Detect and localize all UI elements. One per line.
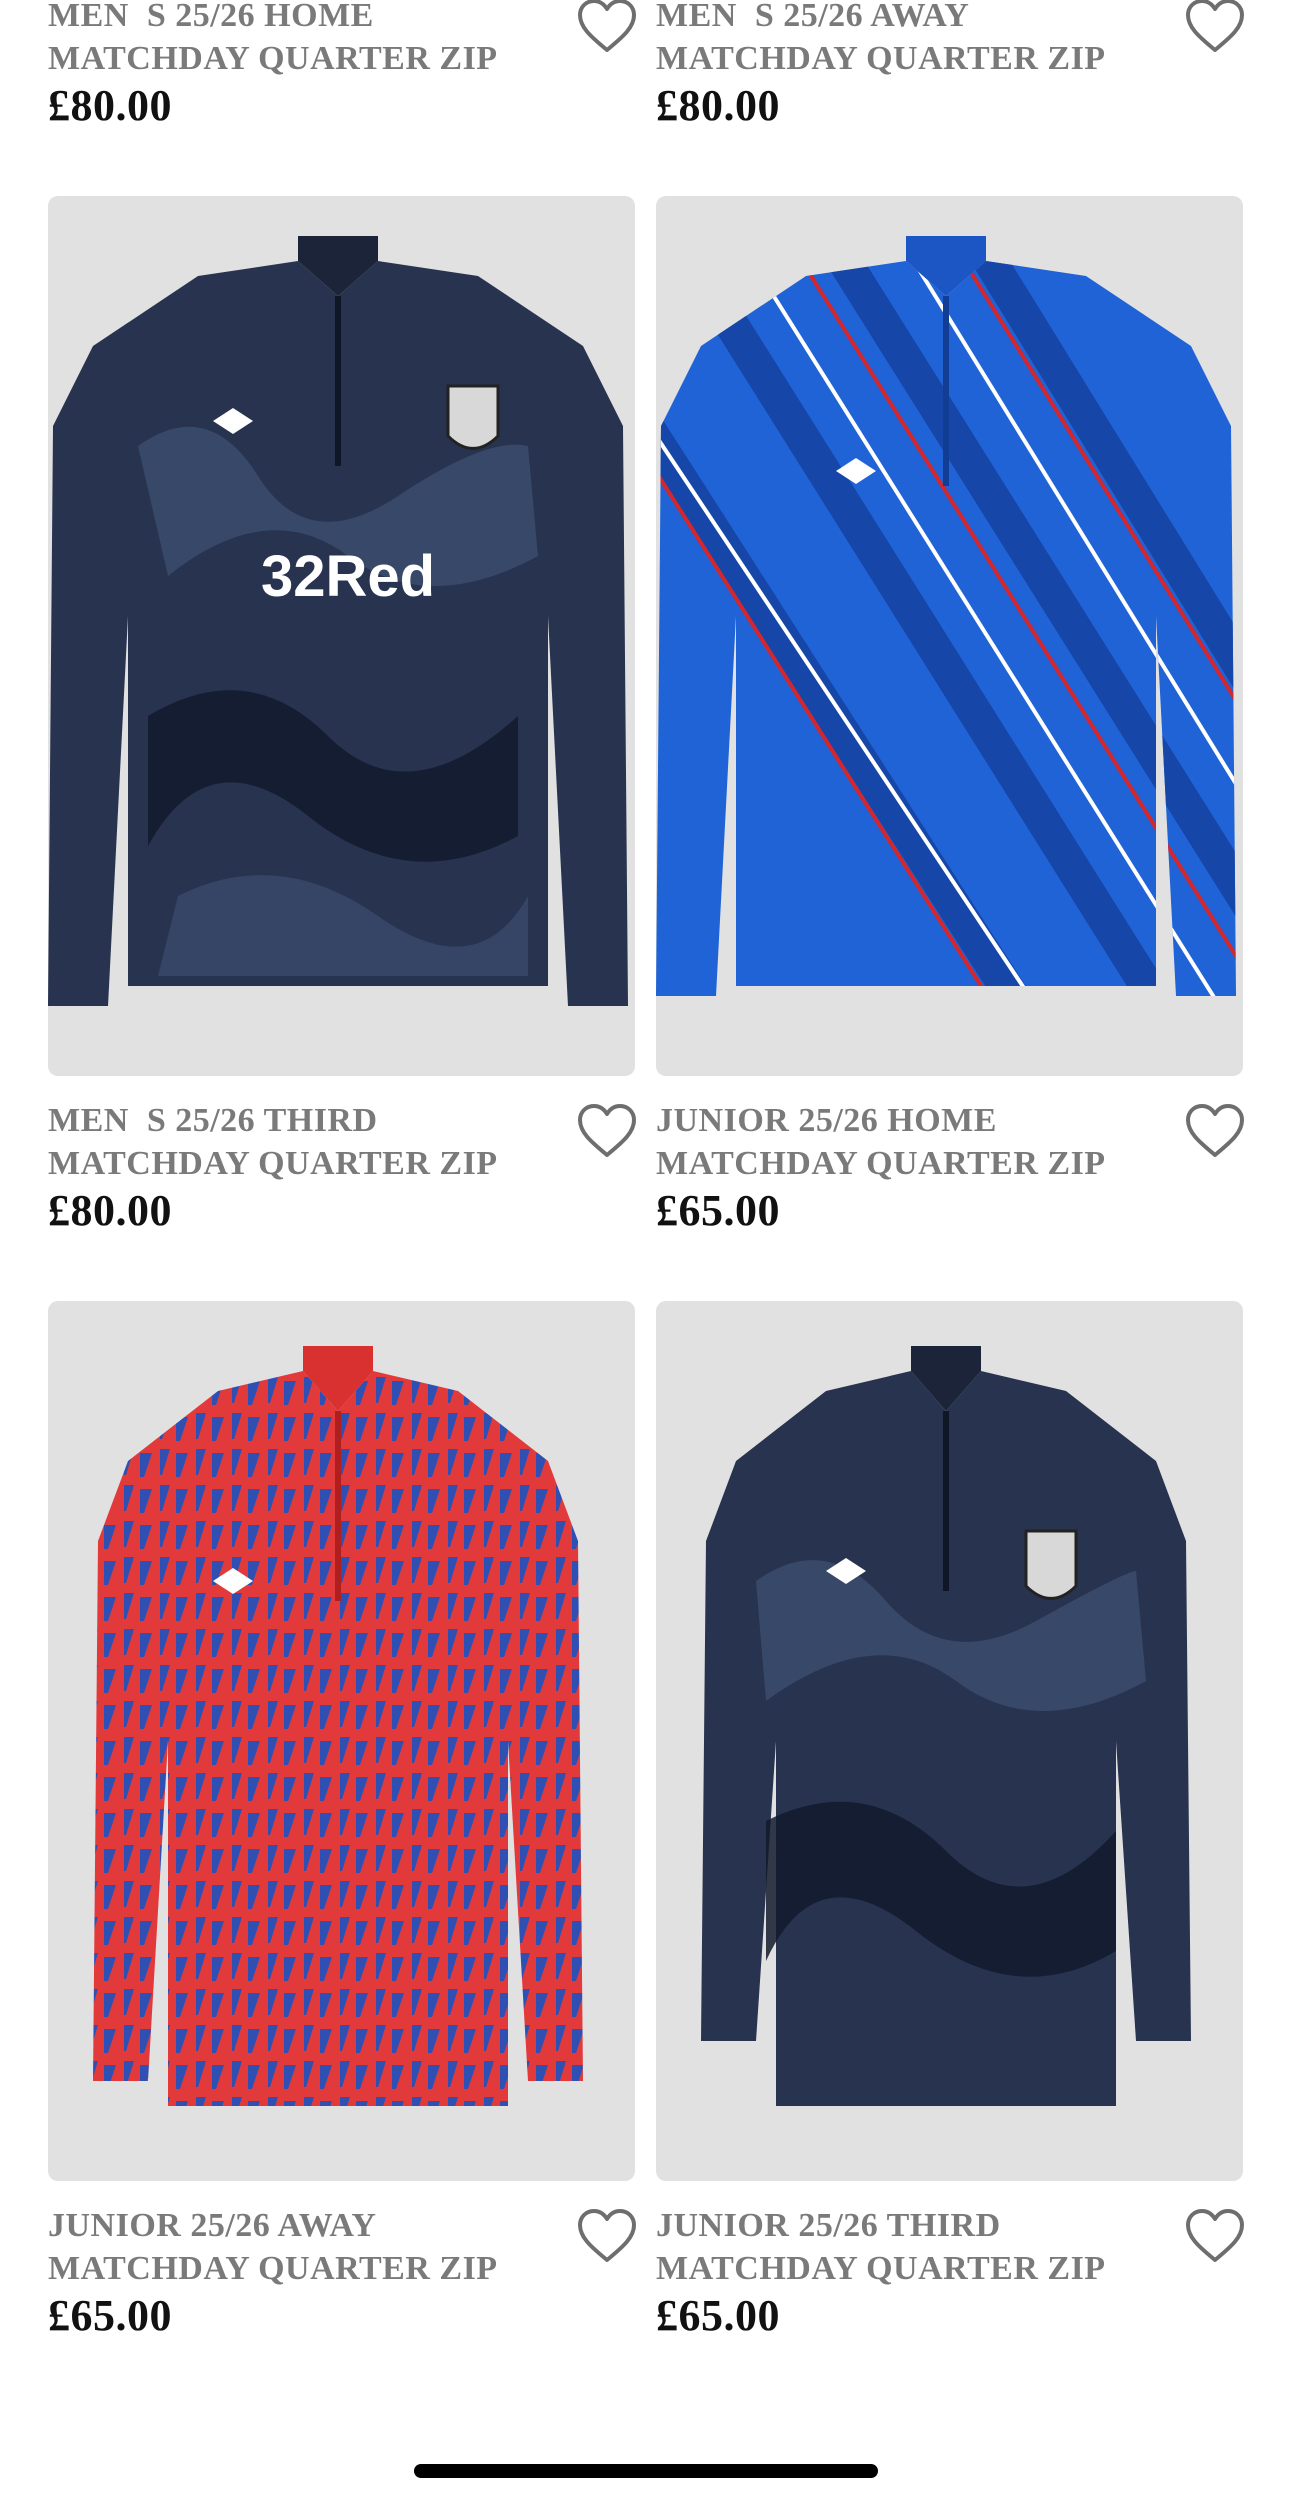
product-card-1[interactable]: MEN S 25/26 AWAY MATCHDAY QUARTER ZIP £8…: [656, 0, 1246, 144]
product-price: £80.00: [48, 81, 172, 130]
product-image-red-pattern[interactable]: [48, 1301, 635, 2181]
product-title[interactable]: MEN S 25/26 HOME MATCHDAY QUARTER ZIP: [48, 0, 548, 80]
product-image-navy-camo[interactable]: [656, 1301, 1243, 2181]
product-price: £65.00: [48, 2291, 172, 2340]
product-title[interactable]: JUNIOR 25/26 HOME MATCHDAY QUARTER ZIP: [656, 1099, 1156, 1185]
product-card-0[interactable]: MEN S 25/26 HOME MATCHDAY QUARTER ZIP £8…: [48, 0, 638, 144]
product-image-blue-stripes[interactable]: [656, 196, 1243, 1076]
product-price: £65.00: [656, 1186, 780, 1235]
wishlist-heart-icon[interactable]: [1184, 0, 1246, 54]
wishlist-heart-icon[interactable]: [576, 2208, 638, 2264]
wishlist-heart-icon[interactable]: [576, 0, 638, 54]
quarter-zip-illustration: [656, 236, 1236, 996]
product-title[interactable]: JUNIOR 25/26 THIRD MATCHDAY QUARTER ZIP: [656, 2204, 1156, 2290]
product-title[interactable]: JUNIOR 25/26 AWAY MATCHDAY QUARTER ZIP: [48, 2204, 548, 2290]
wishlist-heart-icon[interactable]: [576, 1103, 638, 1159]
wishlist-heart-icon[interactable]: [1184, 1103, 1246, 1159]
quarter-zip-illustration: [93, 1346, 583, 2106]
home-indicator[interactable]: [414, 2464, 878, 2478]
product-card-3[interactable]: JUNIOR 25/26 HOME MATCHDAY QUARTER ZIP £…: [656, 1099, 1246, 1249]
product-title[interactable]: MEN S 25/26 THIRD MATCHDAY QUARTER ZIP: [48, 1099, 548, 1185]
product-price: £80.00: [656, 81, 780, 130]
wishlist-heart-icon[interactable]: [1184, 2208, 1246, 2264]
product-card-2[interactable]: MEN S 25/26 THIRD MATCHDAY QUARTER ZIP £…: [48, 1099, 638, 1249]
product-price: £65.00: [656, 2291, 780, 2340]
product-card-4[interactable]: JUNIOR 25/26 AWAY MATCHDAY QUARTER ZIP £…: [48, 2204, 638, 2354]
product-price: £80.00: [48, 1186, 172, 1235]
product-card-5[interactable]: JUNIOR 25/26 THIRD MATCHDAY QUARTER ZIP …: [656, 2204, 1246, 2354]
sponsor-text: 32Red: [261, 544, 435, 609]
quarter-zip-illustration: [701, 1346, 1191, 2106]
product-image-navy-camo-32red[interactable]: 32Red: [48, 196, 635, 1076]
product-title[interactable]: MEN S 25/26 AWAY MATCHDAY QUARTER ZIP: [656, 0, 1156, 80]
quarter-zip-illustration: 32Red: [48, 236, 628, 1006]
